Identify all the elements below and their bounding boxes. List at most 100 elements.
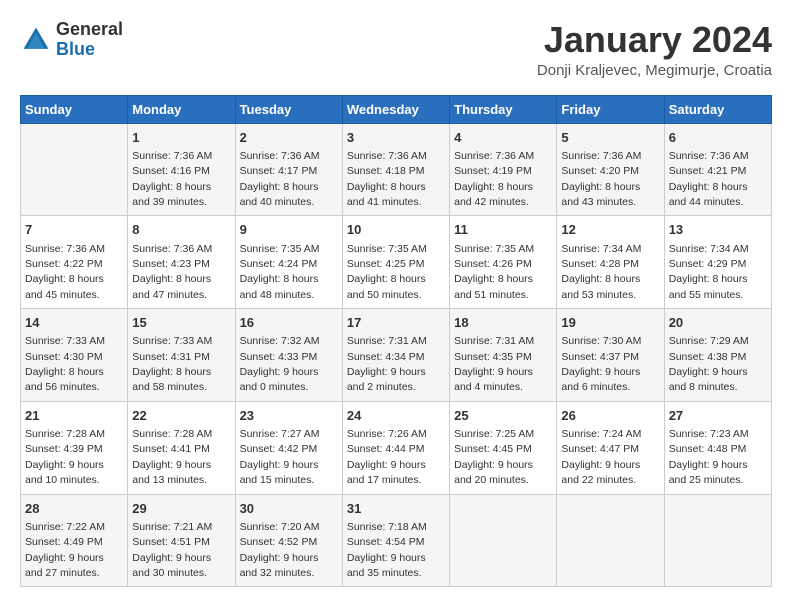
day-number: 6 <box>669 129 767 147</box>
daylight-info: Daylight: 9 hours and 22 minutes. <box>561 459 640 486</box>
calendar-cell: 27 Sunrise: 7:23 AM Sunset: 4:48 PM Dayl… <box>664 401 771 494</box>
sunset-info: Sunset: 4:20 PM <box>561 165 639 177</box>
logo-general: General <box>56 19 123 39</box>
calendar-cell <box>664 494 771 587</box>
calendar-cell: 30 Sunrise: 7:20 AM Sunset: 4:52 PM Dayl… <box>235 494 342 587</box>
calendar-cell: 4 Sunrise: 7:36 AM Sunset: 4:19 PM Dayli… <box>450 123 557 216</box>
sunrise-info: Sunrise: 7:33 AM <box>25 335 105 347</box>
calendar-cell <box>557 494 664 587</box>
calendar-cell: 10 Sunrise: 7:35 AM Sunset: 4:25 PM Dayl… <box>342 216 449 309</box>
calendar-cell <box>450 494 557 587</box>
sunrise-info: Sunrise: 7:29 AM <box>669 335 749 347</box>
daylight-info: Daylight: 8 hours and 50 minutes. <box>347 273 426 300</box>
day-number: 19 <box>561 314 659 332</box>
sunset-info: Sunset: 4:31 PM <box>132 351 210 363</box>
day-number: 21 <box>25 407 123 425</box>
sunrise-info: Sunrise: 7:36 AM <box>240 150 320 162</box>
calendar-cell: 23 Sunrise: 7:27 AM Sunset: 4:42 PM Dayl… <box>235 401 342 494</box>
sunrise-info: Sunrise: 7:27 AM <box>240 428 320 440</box>
sunset-info: Sunset: 4:33 PM <box>240 351 318 363</box>
sunset-info: Sunset: 4:51 PM <box>132 536 210 548</box>
sunrise-info: Sunrise: 7:28 AM <box>132 428 212 440</box>
day-number: 22 <box>132 407 230 425</box>
calendar-cell: 17 Sunrise: 7:31 AM Sunset: 4:34 PM Dayl… <box>342 309 449 402</box>
daylight-info: Daylight: 8 hours and 48 minutes. <box>240 273 319 300</box>
sunset-info: Sunset: 4:21 PM <box>669 165 747 177</box>
daylight-info: Daylight: 9 hours and 6 minutes. <box>561 366 640 393</box>
daylight-info: Daylight: 8 hours and 51 minutes. <box>454 273 533 300</box>
day-number: 27 <box>669 407 767 425</box>
weekday-header: Monday <box>128 95 235 123</box>
sunrise-info: Sunrise: 7:30 AM <box>561 335 641 347</box>
sunrise-info: Sunrise: 7:24 AM <box>561 428 641 440</box>
calendar-cell: 14 Sunrise: 7:33 AM Sunset: 4:30 PM Dayl… <box>21 309 128 402</box>
day-number: 7 <box>25 221 123 239</box>
day-number: 13 <box>669 221 767 239</box>
sunrise-info: Sunrise: 7:35 AM <box>240 243 320 255</box>
sunset-info: Sunset: 4:37 PM <box>561 351 639 363</box>
day-number: 26 <box>561 407 659 425</box>
weekday-header: Friday <box>557 95 664 123</box>
sunrise-info: Sunrise: 7:34 AM <box>561 243 641 255</box>
daylight-info: Daylight: 9 hours and 2 minutes. <box>347 366 426 393</box>
logo: General Blue <box>20 20 123 60</box>
calendar-cell: 21 Sunrise: 7:28 AM Sunset: 4:39 PM Dayl… <box>21 401 128 494</box>
sunset-info: Sunset: 4:45 PM <box>454 443 532 455</box>
calendar-cell: 28 Sunrise: 7:22 AM Sunset: 4:49 PM Dayl… <box>21 494 128 587</box>
calendar-cell: 12 Sunrise: 7:34 AM Sunset: 4:28 PM Dayl… <box>557 216 664 309</box>
daylight-info: Daylight: 8 hours and 58 minutes. <box>132 366 211 393</box>
day-number: 9 <box>240 221 338 239</box>
daylight-info: Daylight: 8 hours and 40 minutes. <box>240 181 319 208</box>
title-block: January 2024 Donji Kraljevec, Megimurje,… <box>537 20 772 79</box>
logo-blue: Blue <box>56 39 95 59</box>
day-number: 30 <box>240 500 338 518</box>
weekday-header: Sunday <box>21 95 128 123</box>
sunset-info: Sunset: 4:30 PM <box>25 351 103 363</box>
daylight-info: Daylight: 9 hours and 25 minutes. <box>669 459 748 486</box>
sunrise-info: Sunrise: 7:28 AM <box>25 428 105 440</box>
calendar-cell: 16 Sunrise: 7:32 AM Sunset: 4:33 PM Dayl… <box>235 309 342 402</box>
calendar-cell: 5 Sunrise: 7:36 AM Sunset: 4:20 PM Dayli… <box>557 123 664 216</box>
calendar-cell: 3 Sunrise: 7:36 AM Sunset: 4:18 PM Dayli… <box>342 123 449 216</box>
sunset-info: Sunset: 4:42 PM <box>240 443 318 455</box>
sunrise-info: Sunrise: 7:35 AM <box>347 243 427 255</box>
sunrise-info: Sunrise: 7:18 AM <box>347 521 427 533</box>
daylight-info: Daylight: 8 hours and 45 minutes. <box>25 273 104 300</box>
calendar-cell: 7 Sunrise: 7:36 AM Sunset: 4:22 PM Dayli… <box>21 216 128 309</box>
calendar-cell <box>21 123 128 216</box>
calendar-cell: 25 Sunrise: 7:25 AM Sunset: 4:45 PM Dayl… <box>450 401 557 494</box>
sunrise-info: Sunrise: 7:33 AM <box>132 335 212 347</box>
sunset-info: Sunset: 4:17 PM <box>240 165 318 177</box>
sunset-info: Sunset: 4:22 PM <box>25 258 103 270</box>
calendar-cell: 20 Sunrise: 7:29 AM Sunset: 4:38 PM Dayl… <box>664 309 771 402</box>
sunset-info: Sunset: 4:52 PM <box>240 536 318 548</box>
calendar-cell: 6 Sunrise: 7:36 AM Sunset: 4:21 PM Dayli… <box>664 123 771 216</box>
daylight-info: Daylight: 9 hours and 30 minutes. <box>132 552 211 579</box>
sunset-info: Sunset: 4:18 PM <box>347 165 425 177</box>
calendar-cell: 11 Sunrise: 7:35 AM Sunset: 4:26 PM Dayl… <box>450 216 557 309</box>
day-number: 1 <box>132 129 230 147</box>
sunset-info: Sunset: 4:23 PM <box>132 258 210 270</box>
calendar-cell: 18 Sunrise: 7:31 AM Sunset: 4:35 PM Dayl… <box>450 309 557 402</box>
weekday-header: Thursday <box>450 95 557 123</box>
sunset-info: Sunset: 4:44 PM <box>347 443 425 455</box>
daylight-info: Daylight: 9 hours and 20 minutes. <box>454 459 533 486</box>
calendar-cell: 2 Sunrise: 7:36 AM Sunset: 4:17 PM Dayli… <box>235 123 342 216</box>
weekday-header: Tuesday <box>235 95 342 123</box>
weekday-header: Saturday <box>664 95 771 123</box>
calendar-cell: 26 Sunrise: 7:24 AM Sunset: 4:47 PM Dayl… <box>557 401 664 494</box>
day-number: 28 <box>25 500 123 518</box>
daylight-info: Daylight: 8 hours and 41 minutes. <box>347 181 426 208</box>
daylight-info: Daylight: 8 hours and 44 minutes. <box>669 181 748 208</box>
day-number: 18 <box>454 314 552 332</box>
daylight-info: Daylight: 9 hours and 13 minutes. <box>132 459 211 486</box>
daylight-info: Daylight: 8 hours and 39 minutes. <box>132 181 211 208</box>
day-number: 29 <box>132 500 230 518</box>
sunrise-info: Sunrise: 7:25 AM <box>454 428 534 440</box>
sunrise-info: Sunrise: 7:32 AM <box>240 335 320 347</box>
daylight-info: Daylight: 8 hours and 55 minutes. <box>669 273 748 300</box>
calendar-header-row: SundayMondayTuesdayWednesdayThursdayFrid… <box>21 95 772 123</box>
daylight-info: Daylight: 9 hours and 27 minutes. <box>25 552 104 579</box>
sunset-info: Sunset: 4:35 PM <box>454 351 532 363</box>
sunset-info: Sunset: 4:19 PM <box>454 165 532 177</box>
